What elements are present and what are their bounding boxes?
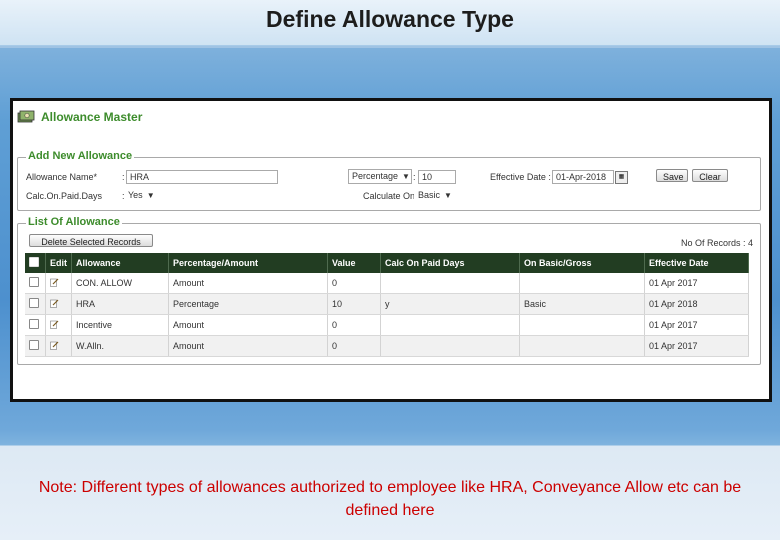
allowance-table: Edit Allowance Percentage/Amount Value C… (25, 253, 749, 357)
allowance-list-legend: List Of Allowance (26, 216, 122, 228)
row-checkbox[interactable] (29, 277, 39, 287)
calc-on-paid-days-value: Yes (128, 190, 143, 200)
slide-note: Note: Different types of allowances auth… (38, 479, 742, 519)
basis-cell (519, 314, 645, 336)
value-colon: : (413, 172, 416, 182)
chevron-down-icon: ▼ (402, 172, 410, 181)
value-cell: 10 (327, 293, 381, 315)
table-row: HRA Percentage 10 y Basic 01 Apr 2018 (25, 293, 749, 315)
row-select-cell (25, 273, 46, 294)
basis-cell (519, 335, 645, 357)
date-cell: 01 Apr 2017 (644, 273, 749, 294)
add-allowance-legend: Add New Allowance (26, 150, 135, 162)
save-button[interactable]: Save (656, 169, 688, 182)
row-edit-cell (45, 314, 72, 336)
slide-title: Define Allowance Type (266, 6, 514, 32)
calculate-on-select[interactable]: Basic ▼ (414, 188, 454, 203)
record-count: No Of Records : 4 (681, 238, 754, 248)
table-header-row: Edit Allowance Percentage/Amount Value C… (25, 253, 749, 273)
row-checkbox[interactable] (29, 298, 39, 308)
allowance-name-colon: : (122, 172, 125, 182)
calc-cell (380, 273, 520, 294)
calculate-on-label: Calculate On (363, 191, 416, 201)
calculate-on-value: Basic (418, 190, 441, 200)
allowance-type-select[interactable]: Percentage ▼ (348, 169, 412, 184)
value-cell: 0 (327, 335, 381, 357)
calendar-icon[interactable]: ▦ (615, 171, 628, 184)
column-header: Allowance (71, 253, 169, 273)
table-row: W.Alln. Amount 0 01 Apr 2017 (25, 335, 749, 357)
value-cell: 0 (327, 273, 381, 294)
edit-icon[interactable] (50, 341, 59, 350)
edit-icon[interactable] (50, 278, 59, 287)
row-select-cell (25, 335, 46, 357)
money-icon (17, 110, 35, 123)
row-select-cell (25, 314, 46, 336)
row-edit-cell (45, 273, 72, 294)
edit-icon[interactable] (50, 320, 59, 329)
edit-icon[interactable] (50, 299, 59, 308)
date-cell: 01 Apr 2017 (644, 314, 749, 336)
column-header: Percentage/Amount (168, 253, 328, 273)
row-edit-cell (45, 335, 72, 357)
calc-on-paid-days-label: Calc.On.Paid.Days (26, 191, 103, 201)
allowance-type-value: Percentage (352, 171, 399, 181)
column-header: Calc On Paid Days (380, 253, 520, 273)
type-cell: Amount (168, 273, 328, 294)
add-allowance-section: Add New Allowance Allowance Name* : Perc… (17, 150, 761, 211)
allowance-cell: HRA (71, 293, 169, 315)
effective-date-input[interactable] (552, 170, 614, 184)
type-cell: Amount (168, 335, 328, 357)
value-cell: 0 (327, 314, 381, 336)
row-select-cell (25, 293, 46, 315)
date-cell: 01 Apr 2017 (644, 335, 749, 357)
select-all-header[interactable] (25, 253, 46, 273)
date-cell: 01 Apr 2018 (644, 293, 749, 315)
row-edit-cell (45, 293, 72, 315)
chevron-down-icon: ▼ (146, 191, 155, 200)
effective-date-label: Effective Date : (490, 172, 551, 182)
allowance-cell: W.Alln. (71, 335, 169, 357)
allowance-cell: CON. ALLOW (71, 273, 169, 294)
select-all-checkbox[interactable] (29, 257, 39, 267)
value-input[interactable] (418, 170, 456, 184)
allowance-name-input[interactable] (126, 170, 278, 184)
calc-cell (380, 314, 520, 336)
calc-cell: y (380, 293, 520, 315)
table-row: CON. ALLOW Amount 0 01 Apr 2017 (25, 273, 749, 294)
delete-selected-button[interactable]: Delete Selected Records (29, 234, 153, 247)
type-cell: Amount (168, 314, 328, 336)
divider (0, 46, 780, 48)
row-checkbox[interactable] (29, 319, 39, 329)
allowance-name-label: Allowance Name* (26, 172, 98, 182)
basis-cell (519, 273, 645, 294)
calc-cell (380, 335, 520, 357)
table-row: Incentive Amount 0 01 Apr 2017 (25, 314, 749, 336)
column-header: Effective Date (644, 253, 749, 273)
basis-cell: Basic (519, 293, 645, 315)
allowance-cell: Incentive (71, 314, 169, 336)
column-header: Edit (45, 253, 72, 273)
app-window: Allowance Master Add New Allowance Allow… (10, 98, 772, 402)
column-header: On Basic/Gross (519, 253, 645, 273)
row-checkbox[interactable] (29, 340, 39, 350)
column-header: Value (327, 253, 381, 273)
chevron-down-icon: ▼ (444, 191, 452, 200)
type-cell: Percentage (168, 293, 328, 315)
app-header: Allowance Master (17, 109, 142, 125)
clear-button[interactable]: Clear (692, 169, 728, 182)
calc-on-paid-days-select[interactable]: Yes ▼ (124, 188, 158, 203)
app-title: Allowance Master (41, 110, 143, 124)
